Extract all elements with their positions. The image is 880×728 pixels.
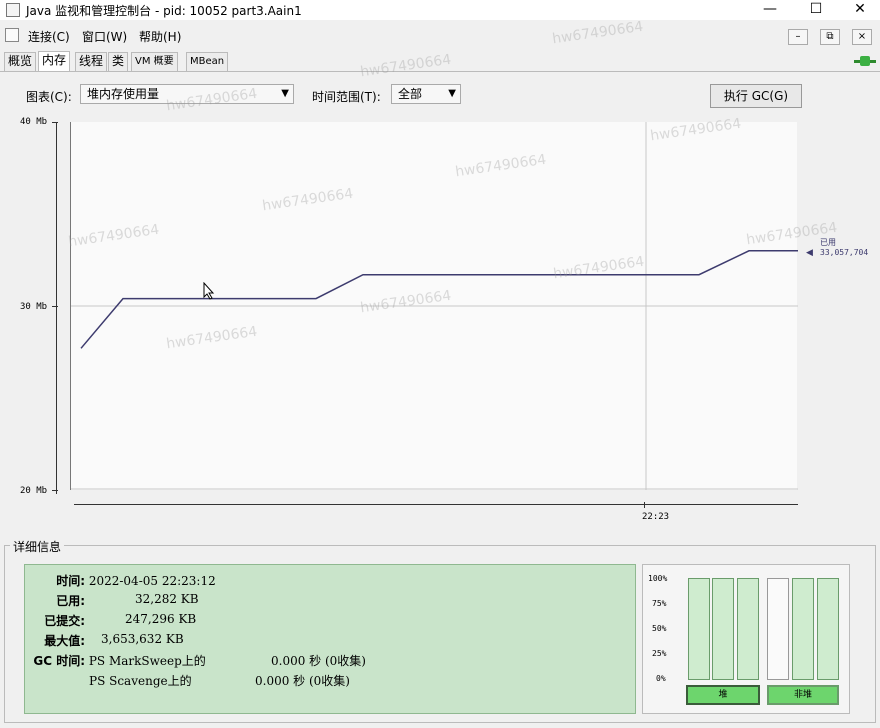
committed-label: 已提交:: [44, 614, 85, 628]
x-tick-label: 22:23: [642, 512, 670, 522]
max-label: 最大值:: [44, 634, 85, 648]
current-value-marker: ◀: [806, 248, 813, 258]
y-tick: [52, 306, 58, 307]
tab-divider: [0, 71, 880, 72]
pct-label: 25%: [652, 649, 667, 658]
current-series-value: 33,057,704: [820, 248, 869, 257]
gc-scavenge-value: 0.000 秒 (0收集): [255, 674, 350, 688]
nonheap-pool-bar[interactable]: [792, 578, 814, 680]
tab-overview[interactable]: 概览: [4, 52, 37, 71]
current-series-label: 已用: [820, 238, 836, 247]
gc-time-label: GC 时间:: [33, 654, 85, 668]
used-value: 32,282 KB: [135, 592, 199, 606]
gc-marksweep-name: PS MarkSweep上的: [88, 654, 206, 668]
tab-classes[interactable]: 类: [108, 52, 129, 71]
heap-pool-bar[interactable]: [688, 578, 710, 680]
java-app-icon: [6, 3, 20, 17]
chart-select-value: 堆内存使用量: [87, 87, 160, 101]
document-icon: [5, 28, 19, 42]
tab-mbean[interactable]: MBean: [186, 52, 229, 71]
tab-threads[interactable]: 线程: [75, 52, 108, 71]
heap-pool-bar[interactable]: [737, 578, 759, 680]
time-range-value: 全部: [398, 87, 423, 101]
nonheap-pool-bar[interactable]: [767, 578, 789, 680]
nonheap-button[interactable]: 非堆: [767, 685, 839, 705]
minimize-button[interactable]: —: [750, 0, 790, 20]
time-label: 时间:: [56, 574, 85, 588]
y-axis: [56, 122, 57, 494]
chevron-down-icon: ▼: [448, 88, 456, 99]
y-tick: [52, 490, 58, 491]
mdi-close-button[interactable]: ×: [852, 29, 872, 45]
menu-connection[interactable]: 连接(C): [28, 28, 70, 45]
details-title: 详细信息: [10, 538, 65, 555]
watermark: hw67490664: [359, 51, 453, 81]
x-axis: [74, 504, 798, 505]
y-tick-label: 20 Mb: [20, 486, 48, 496]
heap-pool-bar[interactable]: [712, 578, 734, 680]
menu-help[interactable]: 帮助(H): [139, 28, 181, 45]
y-tick: [52, 122, 58, 123]
max-value: 3,653,632 KB: [101, 632, 184, 646]
menu-bar: 连接(C) 窗口(W) 帮助(H): [0, 24, 880, 48]
maximize-button[interactable]: ☐: [796, 0, 836, 20]
connection-status-icon: [854, 55, 876, 67]
title-bar: Java 监视和管理控制台 - pid: 10052 part3.Aain1 —…: [0, 0, 880, 20]
committed-value: 247,296 KB: [125, 612, 197, 626]
pct-label: 0%: [656, 674, 666, 683]
chevron-down-icon: ▼: [281, 88, 289, 99]
chart-label: 图表(C):: [26, 90, 72, 104]
gc-scavenge-name: PS Scavenge上的: [89, 674, 192, 688]
mdi-minimize-button[interactable]: –: [788, 29, 808, 45]
time-range-label: 时间范围(T):: [312, 90, 381, 104]
menu-window[interactable]: 窗口(W): [82, 28, 127, 45]
tab-vm-summary[interactable]: VM 概要: [131, 52, 178, 71]
window-title: Java 监视和管理控制台 - pid: 10052 part3.Aain1: [26, 4, 302, 18]
memory-details: 时间: 2022-04-05 22:23:12 已用: 32,282 KB 已提…: [24, 564, 636, 714]
used-label: 已用:: [56, 594, 85, 608]
mouse-cursor-icon: [203, 281, 215, 303]
time-value: 2022-04-05 22:23:12: [88, 574, 216, 588]
heap-button[interactable]: 堆: [686, 685, 760, 705]
nonheap-pool-bar[interactable]: [817, 578, 839, 680]
y-tick-label: 40 Mb: [20, 117, 48, 127]
y-tick-label: 30 Mb: [20, 302, 48, 312]
x-tick: [644, 502, 645, 508]
pct-label: 50%: [652, 624, 667, 633]
tab-memory[interactable]: 内存: [38, 51, 71, 71]
perform-gc-button[interactable]: 执行 GC(G): [710, 84, 802, 108]
close-button[interactable]: ✕: [840, 0, 880, 20]
gc-marksweep-value: 0.000 秒 (0收集): [271, 654, 366, 668]
pct-label: 75%: [652, 599, 667, 608]
mdi-restore-button[interactable]: ⧉: [820, 29, 840, 45]
time-range-select[interactable]: 全部 ▼: [391, 84, 461, 104]
pct-label: 100%: [648, 574, 668, 583]
